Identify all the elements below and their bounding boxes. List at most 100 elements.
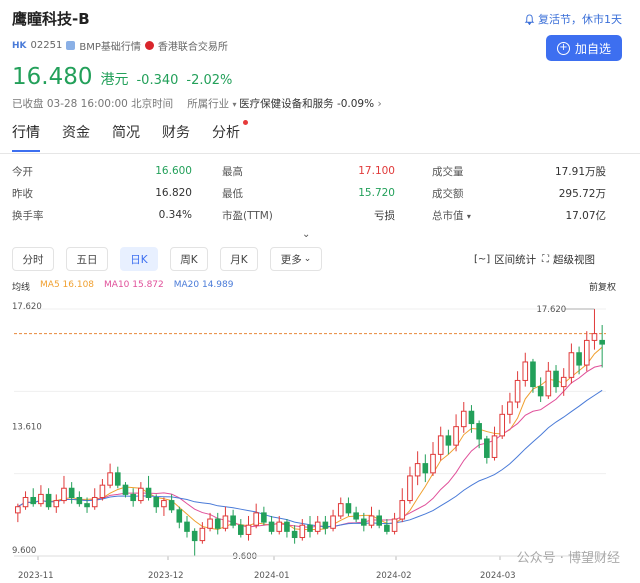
tab-financials[interactable]: 财务 xyxy=(162,122,190,152)
period-weekly-k[interactable]: 周K xyxy=(170,247,208,271)
candle-body xyxy=(114,472,121,486)
tab-profile[interactable]: 简况 xyxy=(112,122,140,152)
candle-body xyxy=(268,521,275,532)
candle-body xyxy=(53,500,60,508)
candle-body xyxy=(345,503,352,514)
turnover-value: 0.34% xyxy=(158,209,192,221)
x-tick-label: 2023-11 xyxy=(18,571,54,581)
candle-body xyxy=(130,493,136,502)
watermark: 公众号 · 博望财经 xyxy=(516,551,620,566)
prev-close-label: 昨收 xyxy=(12,187,33,200)
candle-body xyxy=(445,435,452,446)
interval-stats-button[interactable]: [~] 区间统计 xyxy=(474,252,536,267)
candle-body xyxy=(422,463,429,474)
candle-body xyxy=(430,453,436,474)
period-monthly-k[interactable]: 月K xyxy=(220,247,258,271)
turnover-label: 换手率 xyxy=(12,209,44,222)
pe-label: 市盈(TTM) xyxy=(222,209,273,222)
candle-body xyxy=(38,493,44,505)
candle-body xyxy=(599,339,605,345)
candle-body xyxy=(284,521,290,532)
kline-chart[interactable]: 17.620 13.610 9.600 17.620 9.600 2023-11 2023-… xyxy=(0,295,640,583)
candle-body xyxy=(61,487,67,502)
currency: 港元 xyxy=(100,72,129,88)
candle-body xyxy=(22,496,29,508)
period-daily-k[interactable]: 日K xyxy=(120,247,158,271)
adjust-mode[interactable]: 前复权 xyxy=(589,280,616,293)
candle-body xyxy=(583,339,590,366)
candle-body xyxy=(499,413,506,437)
candle-body xyxy=(253,512,259,526)
candle-body xyxy=(107,472,113,486)
candle-body xyxy=(330,515,336,529)
candle-body xyxy=(522,361,529,381)
industry-change: -0.09% xyxy=(336,98,375,110)
industry-name: 医疗保健设备和服务 xyxy=(239,98,334,110)
candle-body xyxy=(514,379,521,403)
holiday-notice[interactable]: 复活节，休市1天 xyxy=(524,11,622,27)
period-intraday[interactable]: 分时 xyxy=(12,247,54,271)
candle-body xyxy=(214,518,221,529)
close-time: 已收盘 03-28 16:00:00 北京时间 xyxy=(12,98,174,110)
market-cap-value: 17.07亿 xyxy=(565,209,606,222)
tabs-divider xyxy=(0,153,640,154)
candle-body xyxy=(545,370,552,397)
interval-stats-label: 区间统计 xyxy=(494,254,537,266)
bell-icon xyxy=(524,13,535,25)
super-view-button[interactable]: ⛶ 超级视图 xyxy=(542,252,595,267)
candle-body xyxy=(361,518,367,526)
candle-body xyxy=(76,496,83,505)
candle-body xyxy=(414,463,421,477)
y-tick-label: 9.600 xyxy=(12,546,36,556)
expand-chevron-icon[interactable]: ⌄ xyxy=(302,229,310,240)
candle-body xyxy=(399,500,406,520)
candle-body xyxy=(299,524,306,539)
candle-body xyxy=(245,524,252,535)
period-more[interactable]: 更多 ⌄ xyxy=(270,247,322,271)
tab-analysis-label: 分析 xyxy=(212,125,240,141)
period-5day[interactable]: 五日 xyxy=(66,247,108,271)
candle-body xyxy=(337,503,344,517)
ma20-label: MA20 14.989 xyxy=(173,280,234,290)
tab-market[interactable]: 行情 xyxy=(12,122,40,152)
candle-body xyxy=(191,530,198,542)
tab-funds[interactable]: 资金 xyxy=(62,122,90,152)
candle-body xyxy=(276,521,283,532)
industry-link[interactable]: 所属行业 ▾ 医疗保健设备和服务 -0.09% › xyxy=(187,96,381,111)
price-change-pct: -2.02% xyxy=(186,73,233,88)
low-value: 15.720 xyxy=(358,187,395,199)
candle-body xyxy=(222,515,229,529)
market-cap-label[interactable]: 总市值 ▾ xyxy=(432,208,512,223)
status-row: 已收盘 03-28 16:00:00 北京时间 所属行业 ▾ 医疗保健设备和服务… xyxy=(12,96,382,111)
hk-flag-icon xyxy=(144,41,154,50)
market-cap-text: 总市值 xyxy=(432,209,464,222)
candle-body xyxy=(99,484,106,498)
ma20-line xyxy=(17,389,603,528)
candle-body xyxy=(30,496,37,505)
amount-value: 295.72万 xyxy=(558,187,606,200)
market-tag: HK xyxy=(12,40,27,51)
price-row: 16.480 港元 -0.340 -2.02% xyxy=(12,64,232,90)
candle-body xyxy=(145,487,152,498)
candle-body xyxy=(91,496,98,508)
candle-body xyxy=(307,524,313,532)
stock-meta: HK 02251 BMP基础行情 香港联合交易所 xyxy=(12,38,228,53)
candle-body xyxy=(153,496,160,508)
low-label: 最低 xyxy=(222,187,243,200)
ma10-line xyxy=(17,364,603,528)
candle-body xyxy=(261,512,267,523)
add-watchlist-button[interactable]: + 加自选 xyxy=(546,35,622,61)
low-marker-label: 9.600 xyxy=(233,552,257,562)
candle-body xyxy=(207,518,213,529)
high-value: 17.100 xyxy=(358,165,395,177)
candle-body xyxy=(507,401,513,415)
y-tick-label: 17.620 xyxy=(12,302,42,312)
candle-body xyxy=(530,361,536,388)
ma5-label: MA5 16.108 xyxy=(40,280,95,290)
stock-name: 鹰瞳科技-B xyxy=(12,10,90,28)
candle-body xyxy=(484,438,490,458)
candle-body xyxy=(537,386,544,397)
stats-col-2: 最高 17.100 最低 15.720 市盈(TTM) 亏损 xyxy=(222,160,395,226)
tab-analysis[interactable]: 分析 xyxy=(212,120,248,152)
candle-body xyxy=(576,352,582,366)
